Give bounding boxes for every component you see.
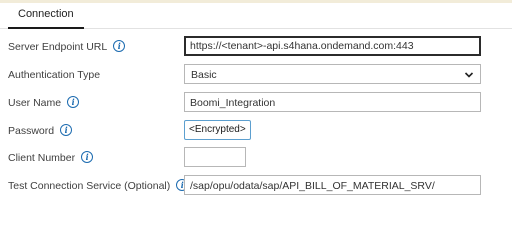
test-service-label: Test Connection Service (Optional) i [8,175,189,197]
server-endpoint-input[interactable]: https://<tenant>-api.s4hana.ondemand.com… [184,36,481,56]
info-icon[interactable]: i [81,151,94,164]
client-number-row: Client Number i [0,147,512,169]
password-row: Password i <Encrypted> [0,120,512,142]
authentication-type-row: Authentication Type Basic [0,64,512,86]
info-icon[interactable]: i [113,40,126,53]
test-service-input[interactable]: /sap/opu/odata/sap/API_BILL_OF_MATERIAL_… [184,175,481,195]
info-icon[interactable]: i [67,96,80,109]
client-number-input[interactable] [184,147,246,167]
authentication-type-label: Authentication Type [8,69,101,81]
user-name-label: User Name i [8,92,80,114]
server-endpoint-row: Server Endpoint URL i https://<tenant>-ap… [0,36,512,58]
authentication-type-select[interactable]: Basic [184,64,481,84]
password-label: Password i [8,120,73,142]
encrypted-password-button[interactable]: <Encrypted> [184,120,251,140]
info-icon[interactable]: i [60,124,73,137]
server-endpoint-label: Server Endpoint URL i [8,36,126,58]
client-number-label-text: Client Number [8,152,76,164]
client-number-label: Client Number i [8,147,94,169]
tab-connection[interactable]: Connection [8,3,84,29]
user-name-label-text: User Name [8,97,62,109]
chevron-down-icon[interactable] [464,70,474,80]
user-name-row: User Name i Boomi_Integration [0,92,512,114]
tab-strip: Connection [0,3,512,29]
authentication-type-value: Basic [191,69,217,81]
user-name-input[interactable]: Boomi_Integration [184,92,481,112]
password-label-text: Password [8,125,55,137]
server-endpoint-label-text: Server Endpoint URL [8,41,108,53]
test-service-row: Test Connection Service (Optional) i /sap… [0,175,512,197]
test-service-label-text: Test Connection Service (Optional) [8,180,171,192]
